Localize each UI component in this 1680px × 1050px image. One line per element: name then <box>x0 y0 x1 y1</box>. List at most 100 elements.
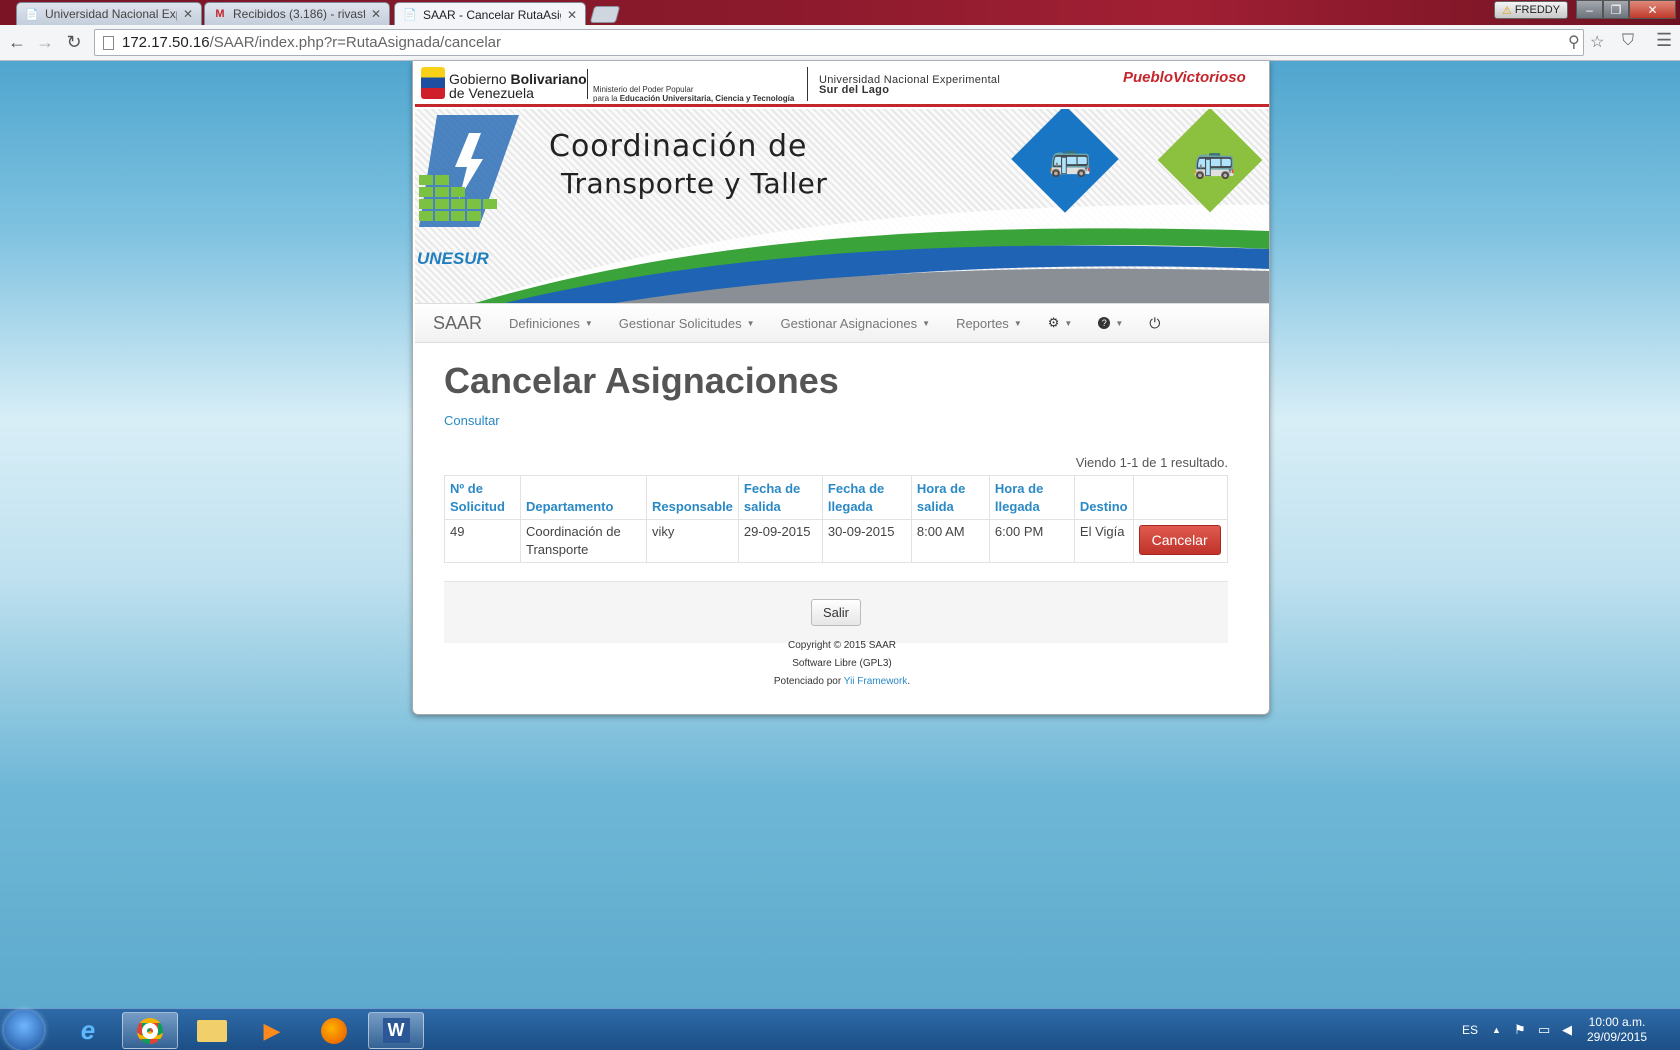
tab-title: Recibidos (3.186) - rivasf@ <box>233 7 365 21</box>
warning-icon: ⚠ <box>1501 4 1512 17</box>
cell-responsable: viky <box>646 519 739 563</box>
caret-down-icon: ▼ <box>1064 318 1073 328</box>
unesur-text: UNESUR <box>417 249 489 268</box>
profile-name: FREDDY <box>1514 4 1561 16</box>
start-button[interactable] <box>4 1010 44 1050</box>
url-host: 172.17.50.16 <box>122 34 210 51</box>
page-icon: 📄 <box>403 9 417 21</box>
action-center-icon[interactable]: ⚑ <box>1514 1022 1526 1038</box>
caret-down-icon: ▼ <box>746 318 755 328</box>
divider <box>807 67 808 101</box>
gear-icon: ⚙ <box>1047 315 1060 330</box>
maximize-button[interactable]: ❐ <box>1603 0 1629 19</box>
footer-powered: Potenciado por Yii Framework. <box>773 676 911 687</box>
bus-icon: 🚌 <box>1193 142 1236 180</box>
col-acciones <box>1132 475 1229 520</box>
banner-title-line1: Coordinación de <box>549 129 808 164</box>
extension-icon[interactable]: ⛉ <box>1622 32 1634 50</box>
new-tab-button[interactable] <box>589 6 621 23</box>
col-solicitud[interactable]: Nº de Solicitud <box>444 475 521 520</box>
clock-date: 29/09/2015 <box>1586 1030 1648 1044</box>
pueblo-victorioso-logo: PuebloVictorioso <box>1123 69 1246 86</box>
close-tab-icon[interactable]: ✕ <box>371 7 381 21</box>
address-bar[interactable]: 172.17.50.16/SAAR/index.php?r=RutaAsigna… <box>94 29 1584 56</box>
salir-button[interactable]: Salir <box>810 599 861 626</box>
profile-button[interactable]: ⚠ FREDDY <box>1494 1 1568 19</box>
cell-hora-salida: 8:00 AM <box>910 519 990 563</box>
close-window-button[interactable]: ✕ <box>1629 0 1676 19</box>
caret-down-icon: ▼ <box>1013 318 1022 328</box>
power-icon: ⏻ <box>1149 314 1161 331</box>
cancelar-button[interactable]: Cancelar <box>1138 525 1221 555</box>
caret-down-icon: ▼ <box>922 318 931 328</box>
menu-help[interactable]: ? ▼ <box>1085 317 1136 329</box>
menu-reportes[interactable]: Reportes ▼ <box>943 316 1035 331</box>
tab-saar[interactable]: 📄 SAAR - Cancelar RutaAsig ✕ <box>394 2 586 26</box>
internet-explorer-icon[interactable]: e <box>60 1012 116 1049</box>
show-hidden-icons-icon[interactable]: ▲ <box>1492 1025 1501 1035</box>
media-player-icon[interactable]: ▶ <box>244 1012 300 1049</box>
clock[interactable]: 10:00 a.m. 29/09/2015 <box>1574 1015 1660 1045</box>
tab-gmail[interactable]: M Recibidos (3.186) - rivasf@ ✕ <box>204 2 390 25</box>
universidad-text: Universidad Nacional Experimental Sur del… <box>819 74 1001 96</box>
table-header-row: Nº de Solicitud Departamento Responsable… <box>444 475 1229 520</box>
star-icon[interactable]: ☆ <box>1590 32 1604 52</box>
banner: UNESUR Coordinación de Transporte y Tall… <box>415 109 1269 303</box>
browser-titlebar: 📄 Universidad Nacional Exp ✕ M Recibidos… <box>0 0 1680 26</box>
col-departamento[interactable]: Departamento <box>520 475 647 520</box>
col-responsable[interactable]: Responsable <box>646 475 739 520</box>
back-arrow-icon[interactable]: ← <box>6 31 28 53</box>
menu-gestionar-solicitudes[interactable]: Gestionar Solicitudes ▼ <box>606 316 768 331</box>
col-hora-salida[interactable]: Hora de salida <box>910 475 990 520</box>
help-icon: ? <box>1098 317 1111 329</box>
tab-title: SAAR - Cancelar RutaAsig <box>423 7 561 22</box>
menu-settings[interactable]: ⚙ ▼ <box>1035 315 1086 331</box>
footer: Copyright © 2015 SAAR Software Libre (GP… <box>413 637 1271 691</box>
yii-framework-link[interactable]: Yii Framework <box>844 676 908 687</box>
brand-link[interactable]: SAAR <box>415 313 496 334</box>
menu-definiciones[interactable]: Definiciones ▼ <box>496 316 606 331</box>
page-card: Gobierno Bolivariano de Venezuela Ministe… <box>412 61 1270 715</box>
venezuela-flag-icon <box>421 67 445 99</box>
bus-icon: 🚌 <box>1049 140 1092 178</box>
col-fecha-salida[interactable]: Fecha de salida <box>737 475 823 520</box>
menu-gestionar-asignaciones[interactable]: Gestionar Asignaciones ▼ <box>768 316 944 331</box>
tab-universidad[interactable]: 📄 Universidad Nacional Exp ✕ <box>16 2 202 25</box>
language-indicator[interactable]: ES <box>1462 1023 1478 1037</box>
reload-icon[interactable]: ↻ <box>63 31 85 53</box>
minimize-button[interactable]: – <box>1576 0 1603 19</box>
url-path: /SAAR/index.php?r=RutaAsignada/cancelar <box>209 34 502 51</box>
browser-toolbar: ← → ↻ 172.17.50.16/SAAR/index.php?r=Ruta… <box>0 25 1680 61</box>
logout-button[interactable]: ⏻ <box>1136 315 1173 332</box>
results-summary: Viendo 1-1 de 1 resultado. <box>1075 455 1228 470</box>
cell-departamento: Coordinación de Transporte <box>520 519 647 563</box>
firefox-icon[interactable] <box>306 1012 362 1049</box>
gobierno-logo-text: Gobierno Bolivariano de Venezuela <box>449 71 587 101</box>
col-fecha-llegada[interactable]: Fecha de llegada <box>821 475 912 520</box>
main-content: Cancelar Asignaciones Consultar Viendo 1… <box>444 360 1229 643</box>
menu-icon[interactable]: ☰ <box>1656 30 1672 51</box>
footer-license: Software Libre (GPL3) <box>792 658 892 669</box>
banner-title-line2: Transporte y Taller <box>561 167 828 200</box>
word-icon[interactable]: W <box>368 1012 424 1049</box>
table-row: 49 Coordinación de Transporte viky 29-09… <box>444 519 1229 563</box>
chrome-icon[interactable] <box>122 1012 178 1049</box>
forward-arrow-icon[interactable]: → <box>34 31 56 53</box>
banner-wave <box>475 204 1269 303</box>
cell-solicitud: 49 <box>444 519 521 563</box>
clock-time: 10:00 a.m. <box>1588 1015 1646 1029</box>
page-title: Cancelar Asignaciones <box>444 360 839 401</box>
caret-down-icon: ▼ <box>1115 318 1124 328</box>
volume-icon[interactable]: ◀ <box>1562 1022 1572 1038</box>
consultar-link[interactable]: Consultar <box>444 413 500 428</box>
col-hora-llegada[interactable]: Hora de llegada <box>988 475 1075 520</box>
taskbar: e ▶ W ES ▲ ⚑ ▭ ◀ 10:00 a.m. 29/09/2015 <box>0 1008 1680 1050</box>
col-destino[interactable]: Destino <box>1073 475 1134 520</box>
cell-hora-llegada: 6:00 PM <box>988 519 1075 563</box>
file-explorer-icon[interactable] <box>184 1012 240 1049</box>
search-icon[interactable]: ⚲ <box>1568 32 1580 52</box>
close-tab-icon[interactable]: ✕ <box>567 8 577 22</box>
divider <box>587 69 588 99</box>
network-icon[interactable]: ▭ <box>1538 1022 1550 1038</box>
close-tab-icon[interactable]: ✕ <box>183 7 193 21</box>
